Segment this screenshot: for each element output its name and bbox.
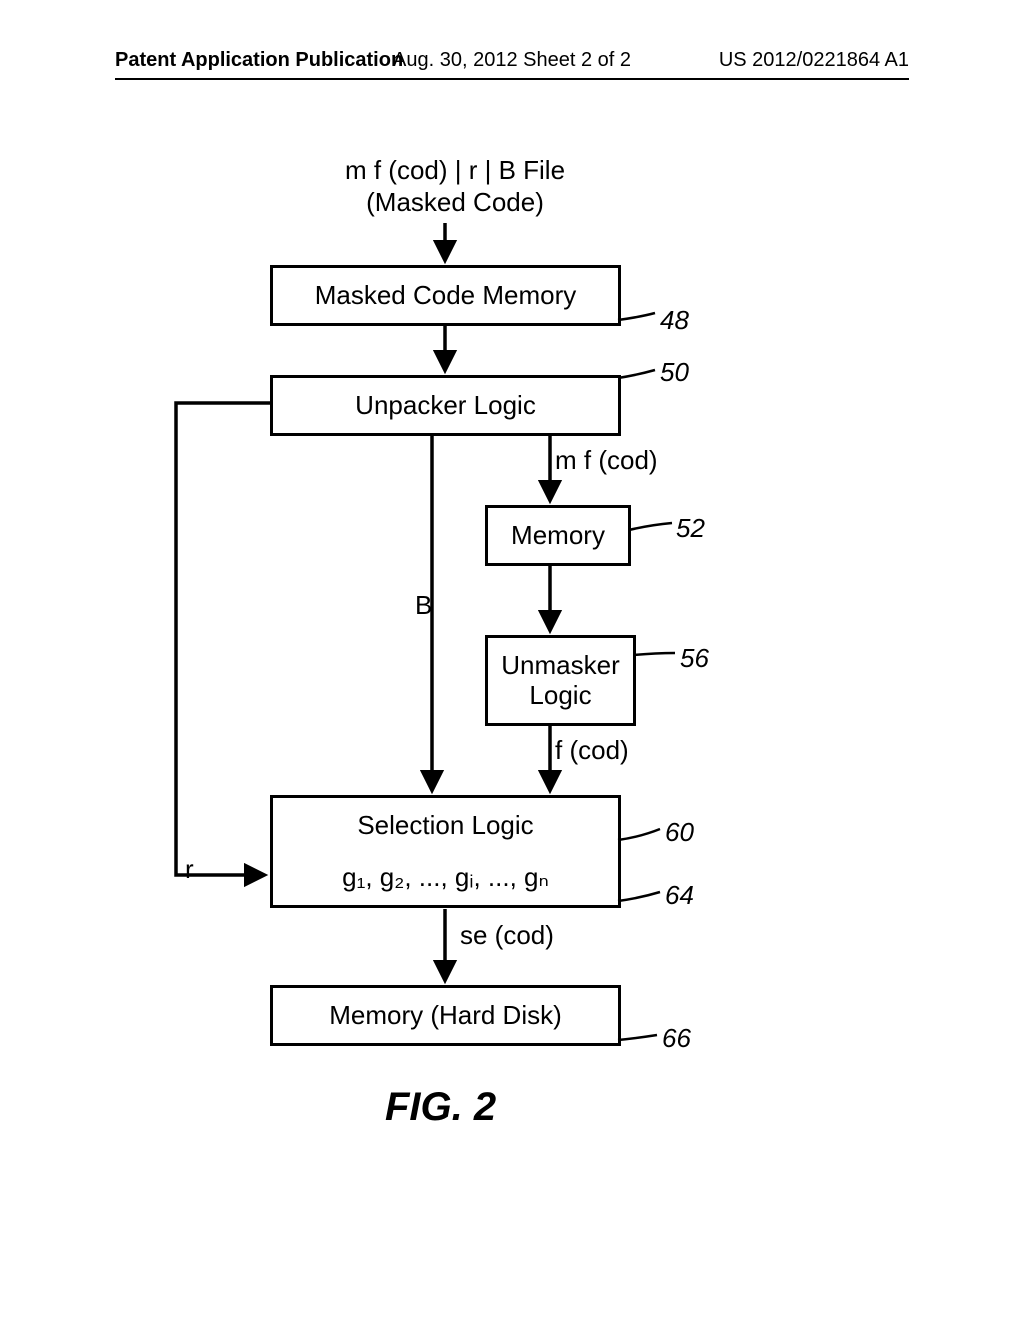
page-header: Patent Application Publication Aug. 30, … [115, 74, 909, 80]
header-left: Patent Application Publication [115, 49, 403, 72]
diagram-container: m f (cod) | r | B File (Masked Code) Mas… [0, 145, 1024, 1245]
diagram-arrows [0, 145, 1024, 1245]
header-center: Aug. 30, 2012 Sheet 2 of 2 [393, 49, 631, 72]
header-right: US 2012/0221864 A1 [719, 49, 909, 72]
page: Patent Application Publication Aug. 30, … [0, 0, 1024, 1320]
